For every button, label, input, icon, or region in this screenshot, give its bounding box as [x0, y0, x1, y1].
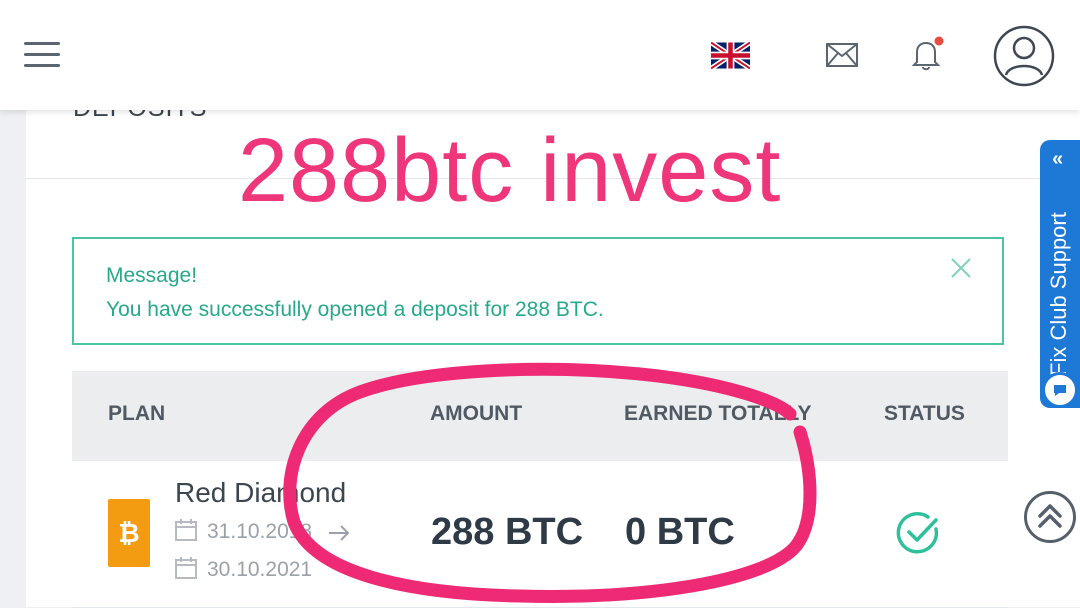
table-header: PLAN AMOUNT EARNED TOTALLY STATUS — [72, 371, 1008, 461]
deposit-amount: 288 BTC — [431, 511, 584, 553]
success-alert: Message! You have successfully opened a … — [72, 237, 1004, 345]
hamburger-menu-icon[interactable] — [24, 42, 60, 70]
collapse-chevron-icon[interactable]: « — [1052, 148, 1063, 171]
uk-flag-icon[interactable] — [711, 42, 750, 69]
plan-name: Red Diamond — [175, 477, 347, 508]
start-date-text: 31.10.2018 — [207, 520, 313, 543]
support-tab[interactable]: « Fix Club Support — [1040, 140, 1080, 408]
envelope-icon[interactable] — [826, 43, 858, 67]
arrow-right-icon — [328, 525, 350, 541]
table-row: ₿ Red Diamond 31.10.2018 30.10.2021 288 … — [72, 461, 1008, 608]
support-label: Fix Club Support — [1046, 212, 1071, 376]
calendar-icon — [175, 519, 197, 541]
alert-title: Message! — [106, 264, 198, 287]
close-icon[interactable] — [950, 257, 972, 279]
chat-bubble-icon[interactable] — [1042, 372, 1078, 408]
earned-amount: 0 BTC — [625, 511, 735, 553]
column-header-status[interactable]: STATUS — [884, 402, 965, 426]
column-header-plan[interactable]: PLAN — [108, 402, 165, 426]
bitcoin-icon: ₿ — [108, 499, 150, 567]
top-header — [0, 0, 1080, 110]
start-date: 31.10.2018 — [175, 519, 360, 544]
alert-message: You have successfully opened a deposit f… — [106, 298, 604, 321]
check-circle-icon — [896, 512, 939, 554]
end-date-text: 30.10.2021 — [207, 558, 313, 581]
user-avatar-icon[interactable] — [993, 25, 1055, 87]
end-date: 30.10.2021 — [175, 557, 312, 582]
overlay-caption: 288btc invest — [238, 121, 782, 221]
notification-dot — [934, 36, 944, 46]
column-header-amount[interactable]: AMOUNT — [430, 402, 522, 426]
calendar-icon — [175, 557, 197, 579]
bell-icon[interactable] — [911, 36, 945, 72]
double-chevron-up-icon[interactable] — [1024, 491, 1076, 543]
column-header-earned[interactable]: EARNED TOTALLY — [624, 402, 811, 426]
